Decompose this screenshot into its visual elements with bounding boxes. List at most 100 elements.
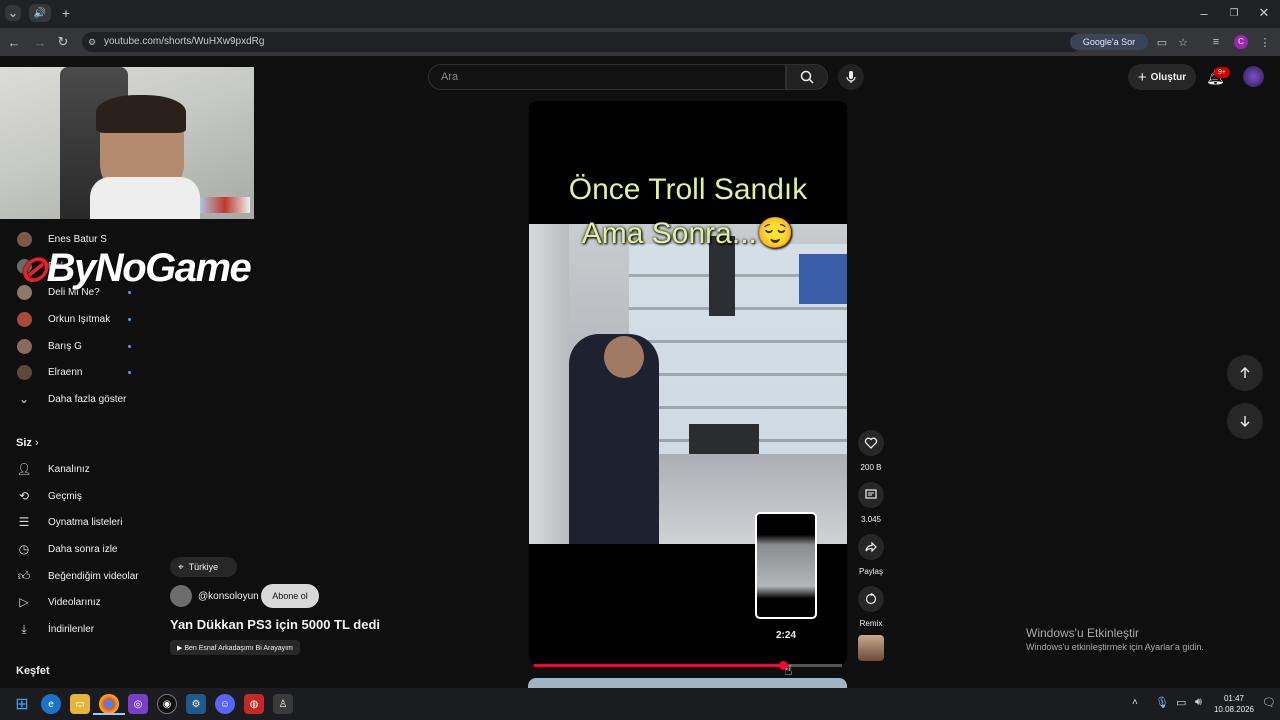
sidebar-item-watch-later[interactable]: ◷ Daha sonra izle <box>0 536 153 562</box>
channel-avatar[interactable] <box>170 585 192 607</box>
sidebar-item-subscription[interactable]: Barış G <box>0 333 153 359</box>
edge-icon[interactable]: e <box>41 694 61 714</box>
sidebar-show-more[interactable]: ⌄ Daha fazla göster <box>0 386 153 412</box>
share-arrow-icon <box>865 541 877 553</box>
sidebar-item-label: Geçmiş <box>48 490 82 502</box>
sound-chip[interactable]: ▶ Ben Esnaf Arkadaşımı Bi Arayayım <box>170 640 300 655</box>
sidebar-item-liked-videos[interactable]: 👍︎ Beğendiğim videolar <box>0 563 153 589</box>
sidebar-item-label: Beğendiğim videolar <box>48 570 139 582</box>
tray-network-icon[interactable]: ▭ <box>1176 696 1186 709</box>
windows-start-icon[interactable]: ⊞ <box>12 694 32 714</box>
chevron-right-icon: › <box>34 437 39 449</box>
sidebar-item-label: Enes Batur S <box>48 233 107 245</box>
account-avatar[interactable] <box>1243 66 1264 87</box>
sidebar-item-playlists[interactable]: ☰ Oynatma listeleri <box>0 509 153 535</box>
remix-button[interactable] <box>858 586 884 612</box>
sidebar-item-label: Daha sonra izle <box>48 543 118 555</box>
create-button[interactable]: + Oluştur <box>1128 64 1196 90</box>
chevron-down-icon: ⌄ <box>18 392 30 406</box>
new-tab-button[interactable]: + <box>58 5 74 21</box>
forward-button[interactable]: → <box>32 34 48 50</box>
discord-icon[interactable]: ☺ <box>215 694 235 714</box>
comments-button[interactable] <box>858 482 884 508</box>
sidebar-item-downloads[interactable]: ⤓ İndirilenler <box>0 616 153 642</box>
channel-handle[interactable]: @konsoloyun <box>198 591 259 602</box>
sidebar-item-history[interactable]: ⟲ Geçmiş <box>0 483 153 509</box>
notification-center-icon[interactable]: 🗨︎ <box>1262 696 1276 709</box>
media-controls-icon[interactable]: ≡ <box>1209 34 1223 50</box>
sidebar-item-subscription[interactable]: Elraenn <box>0 359 153 385</box>
history-icon: ⟲ <box>18 489 30 503</box>
search-button[interactable] <box>786 64 828 90</box>
sidebar-item-your-videos[interactable]: ▷ Videolarınız <box>0 589 153 615</box>
comment-count: 3.045 <box>860 515 882 524</box>
browser-menu-icon[interactable]: ⋮ <box>1258 34 1272 50</box>
activate-windows-watermark: Windows'u Etkinleştir Windows'u etkinleş… <box>1026 626 1204 652</box>
tray-chevron-up-icon[interactable]: ˄ <box>1132 697 1138 708</box>
create-label: Oluştur <box>1150 71 1187 83</box>
caption-line-1: Önce Troll Sandık <box>568 173 808 206</box>
tray-clock[interactable]: 01:47 10.08.2026 <box>1212 693 1256 715</box>
site-info-icon[interactable]: ⚙ <box>88 37 96 48</box>
app-icon-dark[interactable]: ♙ <box>273 694 293 714</box>
sidebar-item-label: Orkun Işıtmak <box>48 313 111 325</box>
desk-item <box>200 197 250 213</box>
search-input[interactable]: Ara <box>428 64 786 90</box>
sidebar-item-your-channel[interactable]: 👤︎ Kanalınız <box>0 456 153 482</box>
sidebar-item-label: Oynatma listeleri <box>48 516 123 528</box>
profile-avatar[interactable]: C <box>1234 35 1248 49</box>
reload-button[interactable]: ↻ <box>55 34 71 50</box>
location-chip[interactable]: ⌖ Türkiye <box>170 557 237 577</box>
sidebar-item-label: Daha fazla göster <box>48 393 127 405</box>
sound-source-thumbnail[interactable] <box>858 635 884 661</box>
remix-icon <box>865 593 877 605</box>
active-tab[interactable]: 🔊 <box>29 4 51 22</box>
app-icon-purple[interactable]: ◎ <box>128 694 148 714</box>
share-button[interactable] <box>858 534 884 560</box>
sidebar-section-explore[interactable]: Keşfet <box>16 665 50 677</box>
file-explorer-icon[interactable]: ▭ <box>70 694 90 714</box>
video-progress-fill <box>534 664 784 667</box>
sidebar-section-you[interactable]: Siz › <box>16 437 39 449</box>
webcam-overlay <box>0 67 254 219</box>
voice-search-button[interactable] <box>838 64 864 90</box>
minimize-button[interactable]: – <box>1196 5 1212 21</box>
next-short-button[interactable] <box>1227 403 1263 439</box>
like-button[interactable] <box>858 430 884 456</box>
new-content-dot <box>128 317 131 321</box>
tab-search-button[interactable]: ⌄ <box>5 5 21 21</box>
bynogame-logo-overlay: ⊘ByNoGame <box>18 246 252 291</box>
playlist-icon: ☰ <box>18 515 30 529</box>
thumbs-up-icon: 👍︎ <box>17 568 31 583</box>
restore-button[interactable]: ❐ <box>1226 5 1242 21</box>
streamer-hair <box>96 95 186 133</box>
close-window-button[interactable]: ✕ <box>1256 5 1272 21</box>
steam-icon[interactable]: ⚙ <box>186 694 206 714</box>
tray-microphone-icon[interactable]: 🎙︎ <box>1155 696 1169 709</box>
channel-info[interactable]: @konsoloyun <box>170 585 259 607</box>
subscribe-button[interactable]: Abone ol <box>261 584 319 608</box>
tray-volume-icon[interactable]: 🔊︎ <box>1195 696 1202 709</box>
ask-google-button[interactable]: Google'a Sor <box>1070 34 1148 50</box>
like-count: 200 B <box>860 463 882 472</box>
previous-short-button[interactable] <box>1227 355 1263 391</box>
video-title[interactable]: Yan Dükkan PS3 için 5000 TL dedi <box>170 617 380 632</box>
sidebar-item-label: İndirilenler <box>48 623 95 635</box>
arrow-up-icon <box>1240 367 1250 378</box>
download-icon: ⤓ <box>21 621 27 636</box>
tray-time: 01:47 <box>1223 694 1245 703</box>
counter <box>689 424 759 454</box>
obs-icon[interactable]: ◉ <box>157 694 177 714</box>
new-content-dot <box>128 344 131 348</box>
streamer-shirt <box>90 177 200 219</box>
sidebar-item-subscription[interactable]: Orkun Işıtmak <box>0 306 153 332</box>
clock-icon: ◷ <box>18 542 30 556</box>
location-pin-icon: ⌖ <box>178 561 184 573</box>
back-button[interactable]: ← <box>6 34 22 50</box>
cast-icon[interactable]: ▭ <box>1155 34 1169 50</box>
app-icon-red[interactable]: ◍ <box>244 694 264 714</box>
url-field[interactable]: youtube.com/shorts/WuHXw9pxdRg <box>82 32 1082 52</box>
bookmark-star-icon[interactable]: ☆ <box>1176 34 1190 50</box>
chrome-icon[interactable] <box>99 694 119 714</box>
browser-tab-bar: ⌄ 🔊 + – ❐ ✕ <box>0 0 1280 28</box>
